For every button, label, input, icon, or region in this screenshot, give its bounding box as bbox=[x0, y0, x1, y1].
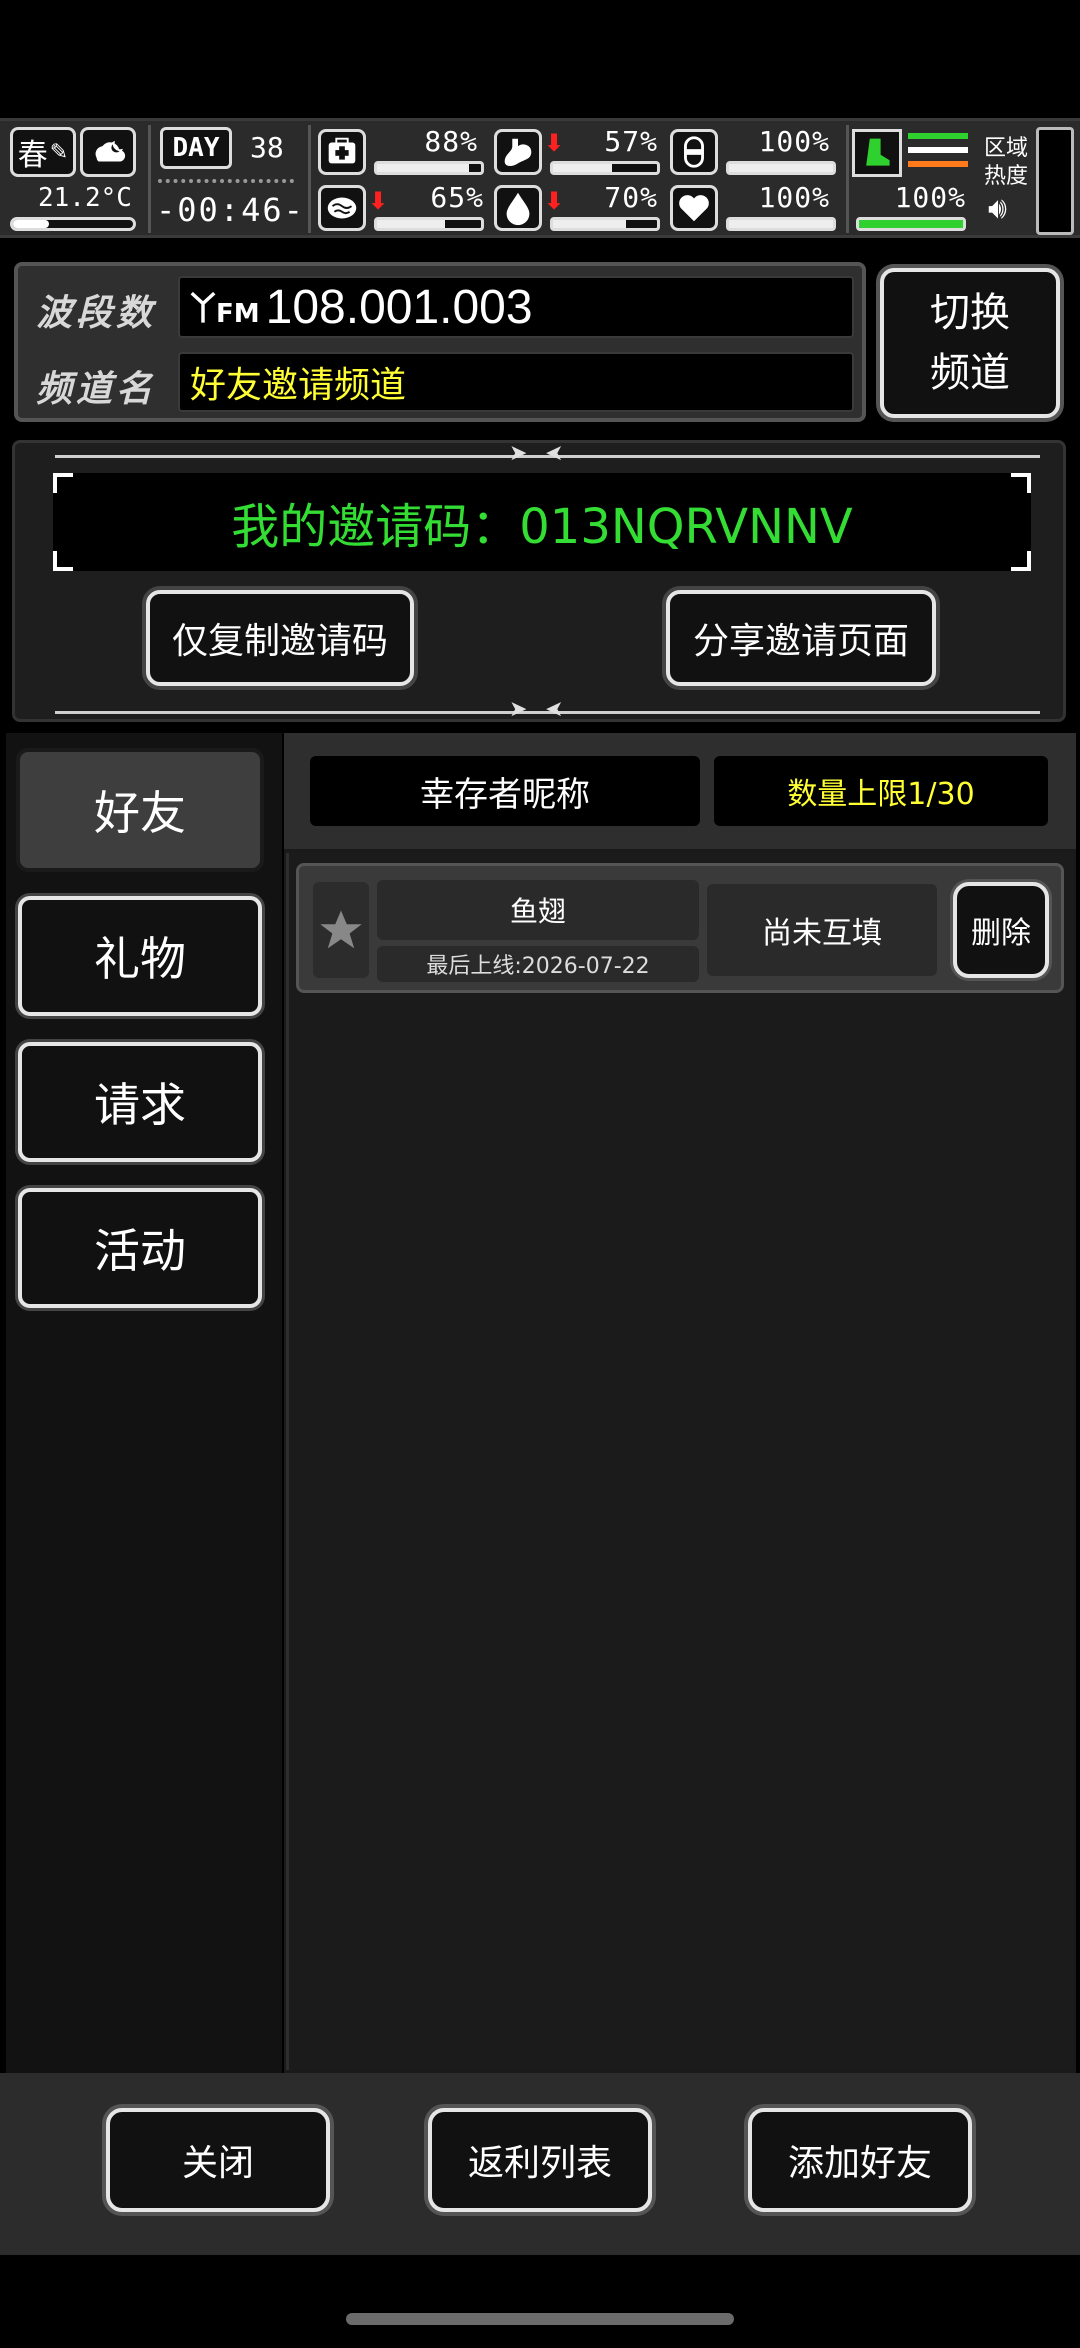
temperature-text: 21.2°C bbox=[38, 183, 132, 213]
tab-gifts[interactable]: 礼物 bbox=[18, 896, 262, 1016]
day-progress-ticks bbox=[158, 179, 294, 185]
friend-name: 鱼翅 bbox=[377, 880, 699, 940]
zone-heat-meter bbox=[1036, 127, 1074, 235]
radio-panel: 波段数 FM 108.001.003 频道名 好友邀请频道 bbox=[14, 262, 866, 422]
friends-list[interactable] bbox=[286, 853, 1074, 2070]
thermometer-icon bbox=[10, 217, 136, 231]
friend-mutual-status: 尚未互填 bbox=[707, 884, 937, 976]
medicine-value: 100% bbox=[758, 125, 830, 158]
band-field: FM 108.001.003 bbox=[178, 276, 854, 338]
delete-friend-button[interactable]: 删除 bbox=[953, 882, 1049, 978]
copy-invite-code-button[interactable]: 仅复制邀请码 bbox=[146, 590, 414, 686]
thirst-bar bbox=[550, 217, 660, 231]
stamina-bar bbox=[856, 217, 966, 231]
boot-icon bbox=[852, 129, 902, 177]
mind-bar bbox=[374, 217, 484, 231]
invite-code-box: 我的邀请码：013NQRVNNV bbox=[53, 473, 1031, 571]
tab-events[interactable]: 活动 bbox=[18, 1188, 262, 1308]
zone-heat-label: 区域 热度 bbox=[984, 136, 1029, 189]
rail-arrow-left: ➤ bbox=[545, 441, 564, 466]
home-indicator[interactable] bbox=[346, 2313, 734, 2325]
band-value: 108.001.003 bbox=[265, 280, 533, 334]
tab-requests[interactable]: 请求 bbox=[18, 1042, 262, 1162]
mind-value: 65% bbox=[430, 181, 484, 214]
antenna-icon bbox=[190, 291, 216, 323]
speaker-icon[interactable]: 🔊︎ bbox=[988, 191, 1007, 226]
hunger-bar bbox=[550, 161, 660, 175]
rebate-list-button[interactable]: 返利列表 bbox=[428, 2108, 652, 2212]
stamina-lines-icon bbox=[908, 133, 968, 177]
day-badge: DAY bbox=[160, 127, 232, 169]
invite-code-text: 我的邀请码：013NQRVNNV bbox=[231, 499, 853, 555]
leaf-icon: ✎ bbox=[49, 139, 69, 165]
rail-arrow-left-bottom: ➤ bbox=[545, 697, 564, 722]
hunger-value: 57% bbox=[604, 125, 658, 158]
health-value: 88% bbox=[424, 125, 478, 158]
water-drop-icon bbox=[494, 185, 542, 231]
share-invite-page-button[interactable]: 分享邀请页面 bbox=[666, 590, 936, 686]
medicine-bar bbox=[726, 161, 836, 175]
add-friend-button[interactable]: 添加好友 bbox=[748, 2108, 972, 2212]
thirst-value: 70% bbox=[604, 181, 658, 214]
clock-text: -00:46- bbox=[156, 191, 305, 229]
heart-icon bbox=[670, 185, 718, 231]
season-badge: 春 ✎ bbox=[10, 127, 76, 177]
fm-mark: FM bbox=[216, 299, 260, 329]
tab-friends[interactable]: 好友 bbox=[16, 748, 264, 872]
brain-icon bbox=[318, 185, 366, 231]
channel-value: 好友邀请频道 bbox=[190, 365, 407, 406]
status-hud: 春 ✎ 21.2°C DAY 38 -00:46- 88% ⬇ 57% 100%… bbox=[0, 118, 1080, 238]
medkit-icon bbox=[318, 129, 366, 175]
friend-last-online: 最后上线:2026-07-22 bbox=[377, 946, 699, 982]
switch-channel-button[interactable]: 切换 频道 bbox=[880, 268, 1060, 418]
close-button[interactable]: 关闭 bbox=[106, 2108, 330, 2212]
channel-label: 频道名 bbox=[36, 369, 157, 410]
channel-field: 好友邀请频道 bbox=[178, 352, 854, 412]
season-text: 春 bbox=[17, 138, 48, 173]
band-label: 波段数 bbox=[36, 293, 157, 334]
rail-arrow-right: ➤ bbox=[509, 441, 528, 466]
pill-icon bbox=[670, 129, 718, 175]
stamina-value: 100% bbox=[894, 181, 966, 214]
list-item[interactable]: 鱼翅 最后上线:2026-07-22 尚未互填 删除 bbox=[296, 863, 1064, 993]
stomach-icon bbox=[494, 129, 542, 175]
heart-bar bbox=[726, 217, 836, 231]
day-number: 38 bbox=[250, 131, 284, 164]
heart-value: 100% bbox=[758, 181, 830, 214]
health-bar bbox=[374, 161, 484, 175]
nickname-column-header: 幸存者昵称 bbox=[310, 756, 700, 826]
rail-arrow-right-bottom: ➤ bbox=[509, 697, 528, 722]
favorite-star-icon[interactable] bbox=[313, 882, 369, 978]
weather-icon bbox=[80, 127, 136, 177]
friend-limit-label: 数量上限1/30 bbox=[714, 756, 1048, 826]
